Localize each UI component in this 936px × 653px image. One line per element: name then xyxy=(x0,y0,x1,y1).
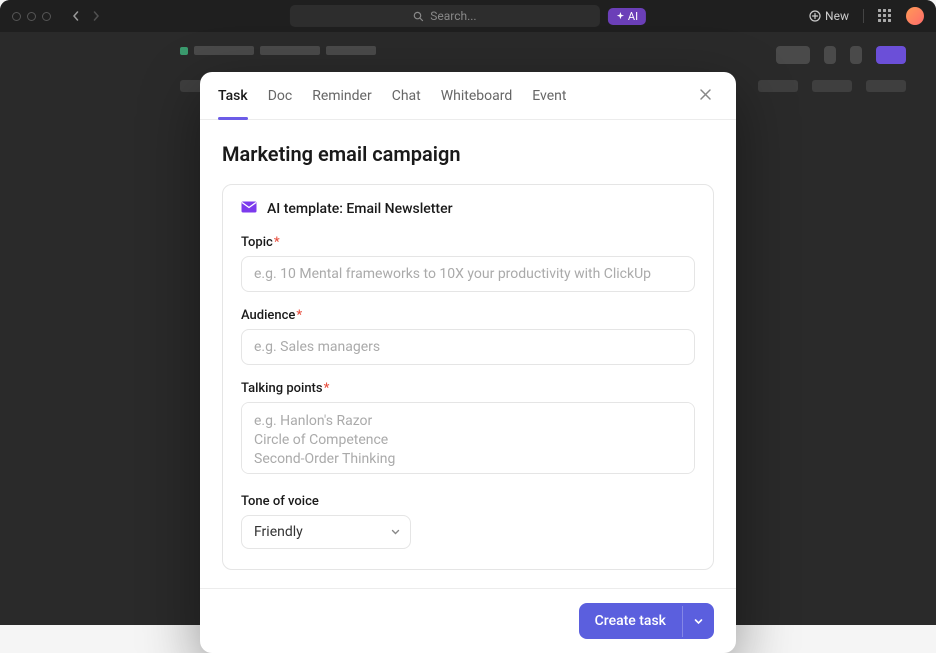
window-controls xyxy=(12,12,51,21)
create-task-dropdown[interactable] xyxy=(682,606,714,637)
audience-label: Audience* xyxy=(241,308,695,323)
search-placeholder: Search... xyxy=(430,9,476,23)
new-label: New xyxy=(825,9,849,23)
search-input[interactable]: Search... xyxy=(290,5,600,27)
ai-template-label: AI template: Email Newsletter xyxy=(267,201,453,217)
tab-reminder[interactable]: Reminder xyxy=(302,72,382,120)
tone-select[interactable]: Friendly xyxy=(241,515,411,549)
tab-whiteboard[interactable]: Whiteboard xyxy=(431,72,523,120)
maximize-window-icon[interactable] xyxy=(42,12,51,21)
ai-template-box: AI template: Email Newsletter Topic* Aud… xyxy=(222,184,714,570)
ai-label: AI xyxy=(628,10,638,23)
audience-input[interactable] xyxy=(241,329,695,365)
ai-button[interactable]: AI xyxy=(608,8,646,25)
talking-points-label: Talking points* xyxy=(241,381,695,396)
create-task-modal: Task Doc Reminder Chat Whiteboard Event … xyxy=(200,72,736,653)
tab-event[interactable]: Event xyxy=(522,72,576,120)
sparkle-icon xyxy=(616,12,625,21)
create-task-label: Create task xyxy=(579,603,682,639)
apps-grid-icon[interactable] xyxy=(878,9,892,23)
modal-tabs: Task Doc Reminder Chat Whiteboard Event xyxy=(200,72,736,120)
tone-label: Tone of voice xyxy=(241,494,695,509)
create-task-button[interactable]: Create task xyxy=(579,603,714,639)
breadcrumb xyxy=(180,46,376,55)
top-bar: Search... AI New xyxy=(0,0,936,32)
tab-chat[interactable]: Chat xyxy=(382,72,431,120)
topic-input[interactable] xyxy=(241,256,695,292)
ai-template-header: AI template: Email Newsletter xyxy=(241,201,695,217)
new-button[interactable]: New xyxy=(809,9,849,23)
divider xyxy=(863,9,864,23)
modal-footer: Create task xyxy=(200,588,736,653)
envelope-icon xyxy=(241,201,257,217)
search-icon xyxy=(413,11,424,22)
close-window-icon[interactable] xyxy=(12,12,21,21)
tab-doc[interactable]: Doc xyxy=(258,72,303,120)
forward-button[interactable] xyxy=(89,9,103,23)
minimize-window-icon[interactable] xyxy=(27,12,36,21)
avatar[interactable] xyxy=(906,7,924,25)
close-icon xyxy=(699,88,712,101)
plus-circle-icon xyxy=(809,10,821,22)
close-button[interactable] xyxy=(693,81,718,111)
modal-title: Marketing email campaign xyxy=(222,142,714,166)
back-button[interactable] xyxy=(69,9,83,23)
tab-task[interactable]: Task xyxy=(218,72,258,120)
talking-points-input[interactable] xyxy=(241,402,695,474)
topic-label: Topic* xyxy=(241,235,695,250)
